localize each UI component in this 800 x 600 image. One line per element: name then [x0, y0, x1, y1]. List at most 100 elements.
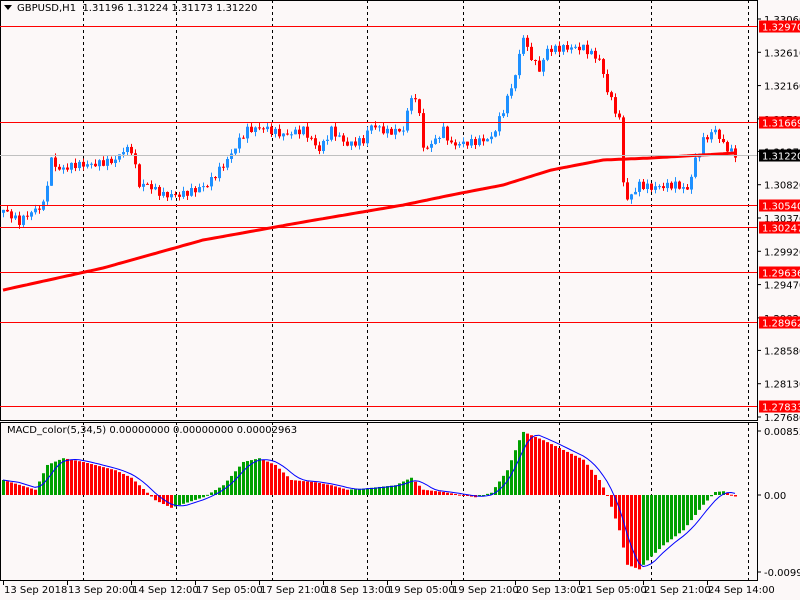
macd-histogram-bar: [238, 466, 241, 495]
candle-body: [78, 161, 81, 169]
trading-chart[interactable]: 1.330601.326101.321601.317101.312701.308…: [0, 0, 800, 600]
macd-histogram-bar: [270, 463, 273, 495]
candle-body: [430, 143, 433, 148]
candle-body: [646, 183, 649, 190]
macd-histogram-bar: [86, 463, 89, 495]
candle-body: [654, 186, 657, 190]
macd-histogram-bar: [258, 458, 261, 495]
candle-body: [506, 95, 509, 114]
time-axis-label: 24 Sep 14:00: [708, 585, 775, 596]
macd-histogram-bar: [566, 451, 569, 495]
candle-body: [258, 127, 261, 129]
macd-histogram-bar: [538, 438, 541, 495]
candle-body: [226, 158, 229, 168]
candle-body: [710, 132, 713, 140]
macd-histogram-bar: [594, 474, 597, 495]
candle-body: [366, 130, 369, 144]
candle-body: [582, 44, 585, 51]
candle-body: [186, 190, 189, 196]
candle-body: [558, 45, 561, 52]
macd-histogram-bar: [450, 493, 453, 495]
candle-body: [402, 130, 405, 132]
time-axis-label: 19 Sep 21:00: [452, 585, 519, 596]
candle-body: [54, 157, 57, 167]
macd-histogram-bar: [310, 481, 313, 495]
dropdown-triangle-icon[interactable]: [4, 5, 12, 10]
macd-histogram-bar: [318, 482, 321, 495]
macd-histogram-bar: [658, 495, 661, 550]
macd-histogram-bar: [122, 473, 125, 495]
candle-body: [18, 215, 21, 225]
time-axis-label: 21 Sep 05:00: [580, 585, 647, 596]
level-label: 1.32970: [762, 23, 800, 34]
candle-body: [446, 126, 449, 141]
macd-histogram-bar: [682, 495, 685, 531]
macd-histogram-bar: [10, 482, 13, 495]
candle-body: [154, 186, 157, 190]
candle-body: [666, 182, 669, 189]
macd-histogram-bar: [26, 487, 29, 495]
macd-histogram-bar: [638, 495, 641, 570]
macd-histogram-bar: [6, 481, 9, 495]
candle-body: [286, 133, 289, 135]
macd-histogram-bar: [550, 444, 553, 495]
macd-histogram-bar: [202, 495, 205, 498]
candle-body: [34, 208, 37, 213]
candle-body: [94, 163, 97, 167]
candle-body: [386, 128, 389, 134]
candle-body: [346, 141, 349, 146]
candle-body: [254, 127, 257, 133]
macd-histogram-bar: [518, 440, 521, 495]
macd-histogram-bar: [230, 475, 233, 495]
macd-histogram-bar: [530, 435, 533, 495]
macd-histogram-bar: [422, 489, 425, 495]
candle-body: [426, 147, 429, 149]
candle-body: [182, 190, 185, 197]
candle-body: [298, 129, 301, 135]
macd-histogram-bar: [642, 495, 645, 565]
candle-body: [642, 181, 645, 190]
macd-histogram-bar: [30, 488, 33, 495]
candle-body: [374, 125, 377, 128]
macd-signal-line: [2, 434, 736, 568]
candle-body: [10, 211, 13, 219]
level-label: 1.27833: [762, 403, 800, 414]
candle-body: [414, 98, 417, 100]
macd-histogram-bar: [510, 460, 513, 495]
macd-histogram-bar: [446, 492, 449, 495]
candle-body: [694, 157, 697, 177]
candle-body: [618, 113, 621, 118]
macd-histogram-bar: [186, 495, 189, 503]
candle-body: [206, 186, 209, 188]
candle-body: [394, 128, 397, 135]
macd-histogram-bar: [190, 495, 193, 502]
macd-histogram-bar: [126, 475, 129, 495]
candle-body: [494, 131, 497, 137]
candle-body: [702, 137, 705, 154]
macd-histogram-bar: [242, 461, 245, 495]
time-axis-label: 13 Sep 2018: [4, 585, 67, 596]
candle-body: [730, 148, 733, 152]
candle-body: [110, 158, 113, 164]
candle-body: [450, 140, 453, 143]
candle-body: [614, 97, 617, 114]
candle-body: [438, 137, 441, 139]
time-axis-label: 18 Sep 13:00: [324, 585, 391, 596]
candle-body: [526, 37, 529, 47]
candle-body: [482, 138, 485, 142]
time-axis-label: 13 Sep 20:00: [68, 585, 135, 596]
macd-histogram-bar: [442, 491, 445, 495]
candle-body: [678, 181, 681, 189]
candle-body: [378, 126, 381, 128]
candle-body: [486, 139, 489, 142]
candle-body: [106, 158, 109, 166]
candle-body: [398, 128, 401, 132]
candle-body: [306, 126, 309, 138]
candle-body: [418, 99, 421, 114]
candle-body: [202, 186, 205, 188]
macd-histogram-bar: [154, 495, 157, 501]
macd-histogram-bar: [358, 488, 361, 495]
macd-histogram-bar: [334, 486, 337, 495]
time-axis-label: 20 Sep 13:00: [516, 585, 583, 596]
macd-histogram-bar: [394, 485, 397, 495]
